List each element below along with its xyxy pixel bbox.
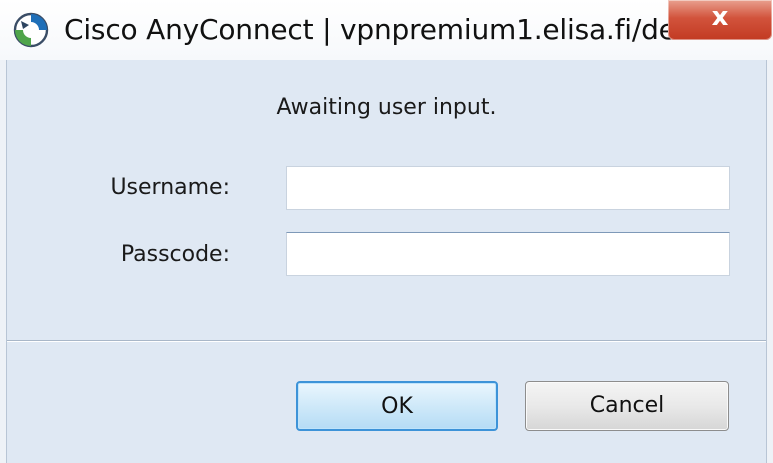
cancel-button[interactable]: Cancel — [525, 381, 729, 431]
passcode-label: Passcode: — [120, 242, 230, 267]
ok-button[interactable]: OK — [296, 381, 498, 431]
close-icon: x — [711, 2, 729, 32]
close-button[interactable]: x — [668, 0, 772, 40]
username-label: Username: — [110, 175, 230, 200]
window-title: Cisco AnyConnect | vpnpremium1.elisa.fi/… — [64, 13, 710, 46]
username-input[interactable] — [286, 166, 730, 210]
button-separator — [7, 340, 766, 342]
status-message: Awaiting user input. — [276, 95, 497, 120]
cisco-anyconnect-globe-icon — [13, 12, 49, 48]
passcode-input[interactable] — [286, 232, 730, 276]
anyconnect-dialog: Cisco AnyConnect | vpnpremium1.elisa.fi/… — [0, 0, 773, 463]
window-frame-left — [0, 60, 7, 463]
title-bar[interactable]: Cisco AnyConnect | vpnpremium1.elisa.fi/… — [0, 0, 773, 60]
window-frame-right — [766, 60, 773, 463]
